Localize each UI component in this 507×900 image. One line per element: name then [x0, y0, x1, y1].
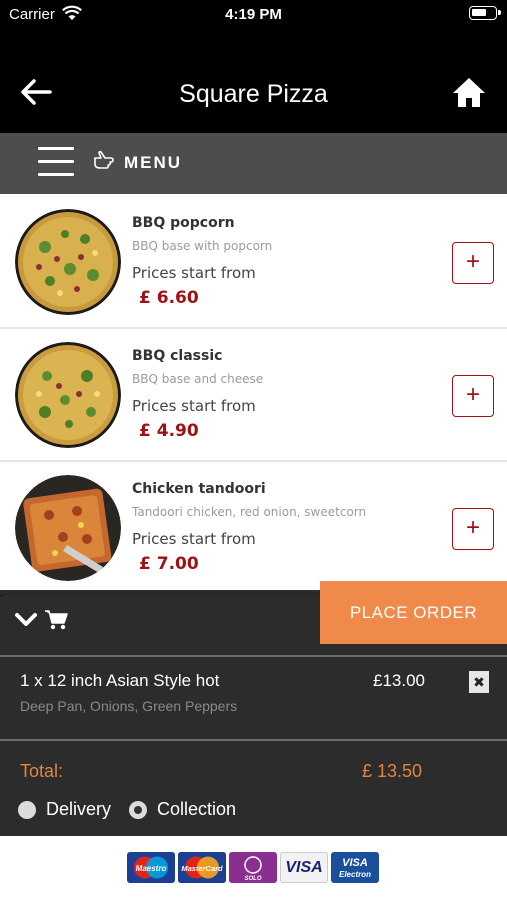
basket-line-name: 1 x 12 inch Asian Style hot	[20, 671, 220, 690]
total-label: Total:	[20, 761, 64, 781]
price-prefix: Prices start from	[132, 397, 256, 415]
hamburger-menu-icon[interactable]	[38, 147, 74, 177]
solo-card-logo: SOLO	[229, 852, 277, 883]
page-title: Square Pizza	[179, 80, 328, 108]
item-name: BBQ popcorn	[132, 215, 235, 231]
item-name: Chicken tandoori	[132, 481, 266, 497]
item-name: BBQ classic	[132, 348, 223, 364]
home-icon[interactable]	[451, 76, 487, 113]
item-price: £ 7.00	[139, 554, 199, 574]
add-item-button[interactable]: +	[452, 375, 494, 417]
delivery-label: Delivery	[46, 799, 112, 819]
item-price: £ 6.60	[139, 288, 199, 308]
radio-circle-icon	[18, 800, 36, 819]
item-description: BBQ base and cheese	[132, 372, 264, 386]
cart-icon	[44, 609, 68, 636]
basket-line-options: Deep Pan, Onions, Green Peppers	[20, 698, 238, 714]
payment-cards: Maestro MasterCard SOLO VISA VISA Electr…	[127, 852, 379, 883]
total-value: £ 13.50	[362, 761, 423, 781]
pizza-image	[15, 475, 121, 581]
menu-bar: MENU	[0, 133, 507, 194]
status-bar: Carrier 4:19 PM	[0, 0, 507, 30]
visa-card-logo: VISA	[280, 852, 328, 883]
visa-electron-card-logo: VISA Electron	[331, 852, 379, 883]
divider	[0, 655, 507, 657]
add-item-button[interactable]: +	[452, 242, 494, 284]
chevron-down-icon[interactable]	[14, 612, 38, 633]
mastercard-logo: MasterCard	[178, 852, 226, 883]
pizza-image	[15, 209, 121, 315]
collection-label: Collection	[157, 799, 237, 819]
pizza-image	[15, 342, 121, 448]
pointing-hand-icon	[92, 150, 114, 175]
svg-text:VISA: VISA	[342, 857, 368, 869]
nav-bar: Square Pizza	[0, 30, 507, 133]
basket-line-price: £13.00	[373, 671, 425, 690]
divider	[0, 739, 507, 741]
menu-label[interactable]: MENU	[124, 153, 182, 173]
svg-text:MasterCard: MasterCard	[181, 864, 223, 873]
battery-icon	[469, 6, 501, 20]
item-price: £ 4.90	[139, 421, 199, 441]
svg-text:Maestro: Maestro	[136, 864, 167, 873]
menu-item-bbq-classic[interactable]: BBQ classic BBQ base and cheese Prices s…	[0, 329, 507, 462]
price-prefix: Prices start from	[132, 264, 256, 282]
clock: 4:19 PM	[225, 6, 282, 23]
payment-footer: Maestro MasterCard SOLO VISA VISA Electr…	[0, 836, 507, 900]
menu-item-chicken-tandoori[interactable]: Chicken tandoori Tandoori chicken, red o…	[0, 462, 507, 595]
svg-text:SOLO: SOLO	[244, 876, 261, 882]
place-order-button[interactable]: PLACE ORDER	[320, 581, 507, 644]
price-prefix: Prices start from	[132, 530, 256, 548]
radio-circle-selected-icon	[129, 800, 147, 819]
remove-item-button[interactable]: ✖	[469, 671, 489, 693]
add-item-button[interactable]: +	[452, 508, 494, 550]
delivery-radio[interactable]: Delivery	[18, 799, 111, 820]
svg-text:Electron: Electron	[339, 870, 371, 879]
maestro-card-logo: Maestro	[127, 852, 175, 883]
item-description: BBQ base with popcorn	[132, 239, 273, 253]
item-description: Tandoori chicken, red onion, sweetcorn	[132, 505, 367, 519]
menu-item-bbq-popcorn[interactable]: BBQ popcorn BBQ base with popcorn Prices…	[0, 196, 507, 329]
collection-radio[interactable]: Collection	[129, 799, 236, 820]
